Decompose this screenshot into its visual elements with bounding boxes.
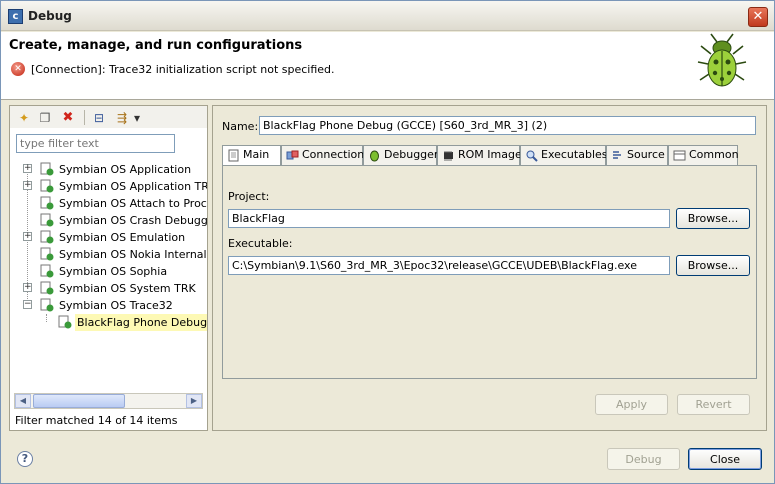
executable-field[interactable]	[228, 256, 670, 275]
name-label: Name:	[222, 120, 259, 133]
tree-item-symbian-os-system-trk[interactable]: + Symbian OS System TRK	[23, 280, 207, 297]
launch-config-icon	[58, 315, 72, 329]
launch-config-type-icon	[40, 162, 54, 176]
tree-item-label: BlackFlag Phone Debug (G	[75, 314, 207, 331]
scroll-right-icon[interactable]: ▶	[186, 394, 202, 408]
tab-label: Executables	[541, 148, 608, 161]
error-message: [Connection]: Trace32 initialization scr…	[31, 63, 335, 76]
help-icon[interactable]: ?	[17, 451, 33, 467]
launch-config-type-icon	[40, 179, 54, 193]
browse-executable-button[interactable]: Browse...	[676, 255, 750, 276]
tab-common[interactable]: Common	[668, 145, 739, 165]
tree-item-label: Symbian OS System TRK	[59, 282, 196, 295]
tree-item-symbian-os-attach-to-process[interactable]: Symbian OS Attach to Process	[23, 195, 207, 212]
scroll-left-icon[interactable]: ◀	[15, 394, 31, 408]
executable-label: Executable:	[228, 237, 293, 250]
tab-label: Common	[689, 148, 739, 161]
debugger-tab-icon	[368, 149, 381, 162]
configuration-toolbar: ✦ ❐ ✖ ⊟ ⇶ ▾	[10, 106, 207, 128]
tab-label: ROM Image	[458, 148, 522, 161]
title-bar: c Debug ✕	[1, 1, 774, 31]
expand-icon[interactable]: +	[23, 232, 32, 241]
close-button[interactable]: Close	[688, 448, 762, 470]
tree-item-symbian-os-trace32[interactable]: − Symbian OS Trace32	[23, 297, 207, 314]
tab-strip: Main Connection Debugger ROM Image Execu…	[222, 145, 757, 166]
horizontal-scrollbar[interactable]: ◀ ▶	[14, 393, 203, 409]
tab-label: Debugger	[384, 148, 439, 161]
revert-button[interactable]: Revert	[677, 394, 750, 415]
scrollbar-thumb[interactable]	[33, 394, 125, 408]
debug-dialog: c Debug ✕ Create, manage, and run config…	[0, 0, 775, 484]
tree-item-label: Symbian OS Emulation	[59, 231, 186, 244]
tree-item-label: Symbian OS Sophia	[59, 265, 168, 278]
launch-config-type-icon	[40, 230, 54, 244]
tree-item-label: Symbian OS Application TRK	[59, 180, 207, 193]
tab-label: Connection	[302, 148, 365, 161]
expand-icon[interactable]: +	[23, 283, 32, 292]
launch-config-type-icon	[40, 247, 54, 261]
browse-project-button[interactable]: Browse...	[676, 208, 750, 229]
tree-item-label: Symbian OS Crash Debugger	[59, 214, 207, 227]
tree-item-label: Symbian OS Attach to Process	[59, 197, 207, 210]
tree-item-symbian-os-application[interactable]: + Symbian OS Application	[23, 161, 207, 178]
tree-item-label: Symbian OS Trace32	[59, 299, 173, 312]
error-icon: ✕	[11, 62, 25, 76]
new-configuration-icon[interactable]: ✦	[16, 110, 32, 126]
window-title: Debug	[28, 9, 72, 23]
tree-item-symbian-os-emulation[interactable]: + Symbian OS Emulation	[23, 229, 207, 246]
launch-config-type-icon	[40, 196, 54, 210]
filter-icon[interactable]: ⇶	[114, 110, 130, 126]
duplicate-icon[interactable]: ❐	[37, 110, 53, 126]
launch-config-type-icon	[40, 213, 54, 227]
window-close-button[interactable]: ✕	[748, 7, 768, 27]
collapse-icon[interactable]: −	[23, 300, 32, 309]
filter-status: Filter matched 14 of 14 items	[15, 414, 178, 427]
main-tab-content: Project: Browse... Executable: Browse...	[222, 165, 757, 379]
tree-guide-line	[46, 314, 47, 322]
name-field[interactable]	[259, 116, 756, 135]
expand-icon[interactable]: +	[23, 164, 32, 173]
tree-item-blackflag-phone-debug[interactable]: BlackFlag Phone Debug (G	[58, 314, 207, 331]
tree-item-symbian-os-application-trk[interactable]: + Symbian OS Application TRK	[23, 178, 207, 195]
tree-item-symbian-os-nokia-internal[interactable]: Symbian OS Nokia Internal Tra	[23, 246, 207, 263]
tab-main[interactable]: Main	[222, 145, 281, 166]
tab-source[interactable]: Source	[606, 145, 668, 165]
tab-executables[interactable]: Executables	[520, 145, 608, 165]
tab-debugger[interactable]: Debugger	[363, 145, 439, 165]
tab-label: Source	[627, 148, 665, 161]
configuration-list-panel: ✦ ❐ ✖ ⊟ ⇶ ▾ + Symbian OS Application + S…	[9, 105, 208, 431]
tree-item-symbian-os-crash-debugger[interactable]: Symbian OS Crash Debugger	[23, 212, 207, 229]
launch-config-type-icon	[40, 281, 54, 295]
bug-icon	[697, 33, 747, 87]
common-tab-icon	[673, 149, 686, 162]
tab-rom-image[interactable]: ROM Image	[437, 145, 522, 165]
header-title: Create, manage, and run configurations	[9, 38, 303, 53]
tree-item-label: Symbian OS Nokia Internal Tra	[59, 248, 207, 261]
launch-config-type-icon	[40, 264, 54, 278]
project-label: Project:	[228, 190, 270, 203]
collapse-all-icon[interactable]: ⊟	[91, 110, 107, 126]
configuration-editor: Name: Main Connection Debugger ROM Image	[212, 105, 767, 431]
view-menu-icon[interactable]: ▾	[132, 110, 142, 126]
dialog-header: Create, manage, and run configurations ✕…	[1, 32, 774, 100]
apply-button[interactable]: Apply	[595, 394, 668, 415]
toolbar-separator	[84, 110, 85, 125]
tree-item-symbian-os-sophia[interactable]: Symbian OS Sophia	[23, 263, 207, 280]
debug-button[interactable]: Debug	[607, 448, 680, 470]
rom-image-tab-icon	[442, 149, 455, 162]
executables-tab-icon	[525, 149, 538, 162]
tree-item-label: Symbian OS Application	[59, 163, 192, 176]
launch-config-type-icon	[40, 298, 54, 312]
source-tab-icon	[611, 149, 624, 162]
main-tab-icon	[227, 149, 240, 162]
app-icon: c	[8, 9, 23, 24]
expand-icon[interactable]: +	[23, 181, 32, 190]
delete-icon[interactable]: ✖	[60, 110, 76, 126]
project-field[interactable]	[228, 209, 670, 228]
tab-label: Main	[243, 148, 270, 161]
configuration-tree: + Symbian OS Application + Symbian OS Ap…	[10, 161, 207, 386]
filter-input[interactable]	[16, 134, 175, 153]
connection-tab-icon	[286, 149, 299, 162]
tab-connection[interactable]: Connection	[281, 145, 365, 165]
